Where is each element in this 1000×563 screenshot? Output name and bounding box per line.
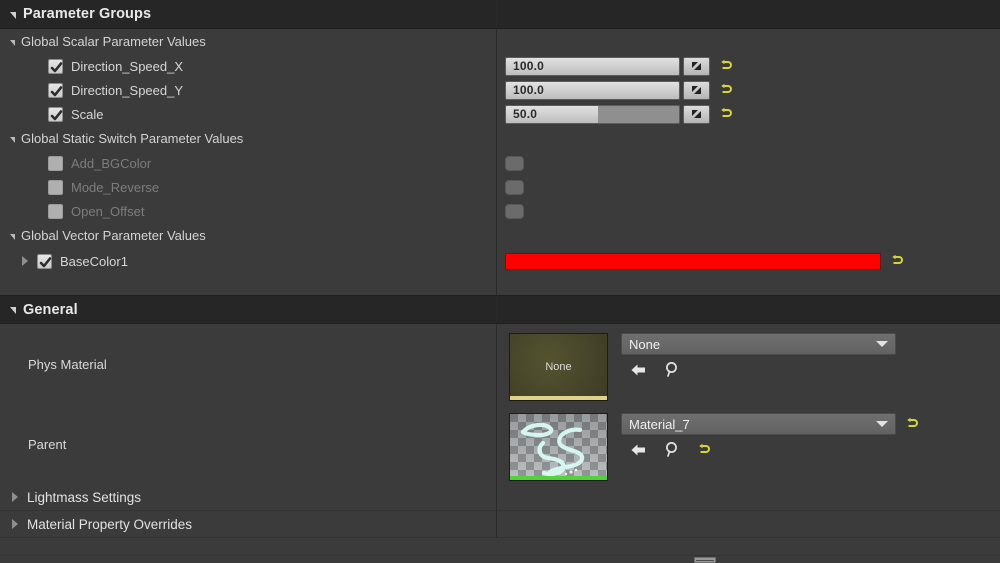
category-header-lightmass-settings[interactable]: Lightmass Settings xyxy=(0,484,1000,511)
category-title: Lightmass Settings xyxy=(27,489,142,505)
param-label: Add_BGColor xyxy=(71,155,152,171)
category-header-parameter-groups[interactable]: Parameter Groups xyxy=(0,0,1000,29)
asset-picker-combo-parent[interactable]: Material_7 xyxy=(621,413,896,435)
details-panel: Parameter Groups Global Scalar Parameter… xyxy=(0,0,1000,563)
numeric-entry-group[interactable]: 100.0 xyxy=(505,56,733,76)
material-preview-swirl xyxy=(520,422,585,477)
param-enable-checkbox[interactable] xyxy=(48,106,63,122)
param-row-basecolor1[interactable]: BaseColor1 xyxy=(0,248,1000,274)
chevron-down-icon xyxy=(10,307,16,314)
reset-to-default-icon[interactable] xyxy=(697,443,711,457)
chevron-right-icon[interactable] xyxy=(22,256,29,266)
static-switch-checkbox[interactable] xyxy=(505,203,524,219)
numeric-slider-input[interactable]: 50.0 xyxy=(505,104,680,124)
param-enable-checkbox[interactable] xyxy=(48,203,63,219)
chevron-down-icon xyxy=(10,39,15,46)
numeric-value: 100.0 xyxy=(513,59,545,73)
asset-name: Material_7 xyxy=(629,416,690,432)
thumbnail-type-accent-bar xyxy=(510,476,607,480)
static-switch-checkbox[interactable] xyxy=(505,179,524,195)
category-header-general[interactable]: General xyxy=(0,295,1000,324)
param-row-scale[interactable]: Scale 50.0 xyxy=(0,102,1000,126)
chevron-down-icon xyxy=(10,136,15,143)
chevron-right-icon xyxy=(12,492,19,502)
chevron-down-icon[interactable] xyxy=(876,341,888,347)
group-row-global-vector[interactable]: Global Vector Parameter Values xyxy=(0,223,1000,248)
expand-arrow-icon[interactable] xyxy=(683,104,710,124)
use-selected-asset-icon[interactable] xyxy=(629,362,648,378)
asset-name: None xyxy=(629,336,661,352)
group-label: Global Vector Parameter Values xyxy=(21,228,206,243)
expand-arrow-icon[interactable] xyxy=(683,80,710,100)
category-title: Material Property Overrides xyxy=(27,516,193,532)
group-label: Global Scalar Parameter Values xyxy=(21,34,206,49)
column-splitter-line xyxy=(496,274,497,295)
reset-to-default-icon[interactable] xyxy=(719,59,733,73)
static-switch-checkbox[interactable] xyxy=(505,155,524,171)
group-row-global-static-switch[interactable]: Global Static Switch Parameter Values xyxy=(0,126,1000,151)
browse-to-asset-icon[interactable] xyxy=(664,361,681,378)
asset-thumbnail-parent-material[interactable] xyxy=(509,413,608,481)
param-row-open-offset[interactable]: Open_Offset xyxy=(0,199,1000,223)
property-label: Phys Material xyxy=(28,356,107,372)
thumbnail-type-accent-bar xyxy=(510,396,607,400)
category-header-material-property-overrides[interactable]: Material Property Overrides xyxy=(0,511,1000,538)
property-row-parent[interactable]: Parent Material_7 xyxy=(0,404,1000,484)
param-row-direction-speed-y[interactable]: Direction_Speed_Y 100.0 xyxy=(0,78,1000,102)
browse-to-asset-icon[interactable] xyxy=(664,441,681,458)
chevron-down-icon xyxy=(10,11,16,19)
numeric-slider-input[interactable]: 100.0 xyxy=(505,56,680,76)
use-selected-asset-icon[interactable] xyxy=(629,442,648,458)
chevron-down-icon[interactable] xyxy=(876,421,888,427)
param-label: BaseColor1 xyxy=(60,253,128,269)
numeric-entry-group[interactable]: 100.0 xyxy=(505,80,733,100)
reset-to-default-icon[interactable] xyxy=(905,417,919,431)
expand-arrow-icon[interactable] xyxy=(683,56,710,76)
numeric-value: 100.0 xyxy=(513,83,545,97)
param-enable-checkbox[interactable] xyxy=(48,179,63,195)
category-title: Parameter Groups xyxy=(23,6,152,22)
reset-to-default-icon[interactable] xyxy=(719,83,733,97)
param-label: Scale xyxy=(71,106,104,122)
reset-to-default-icon[interactable] xyxy=(890,254,904,268)
param-row-mode-reverse[interactable]: Mode_Reverse xyxy=(0,175,1000,199)
category-title: General xyxy=(23,301,78,318)
param-row-add-bgcolor[interactable]: Add_BGColor xyxy=(0,151,1000,175)
param-row-direction-speed-x[interactable]: Direction_Speed_X 100.0 xyxy=(0,54,1000,78)
color-swatch[interactable] xyxy=(505,252,881,270)
param-label: Open_Offset xyxy=(71,203,145,219)
group-label: Global Static Switch Parameter Values xyxy=(21,131,244,146)
asset-picker-combo-phys-material[interactable]: None xyxy=(621,333,896,355)
chevron-right-icon xyxy=(12,519,19,529)
param-enable-checkbox[interactable] xyxy=(48,58,63,74)
section-spacer xyxy=(0,274,1000,295)
numeric-entry-group[interactable]: 50.0 xyxy=(505,104,733,124)
splitter-grip-handle[interactable] xyxy=(694,557,716,563)
param-label: Direction_Speed_X xyxy=(71,58,184,74)
property-label: Parent xyxy=(28,436,67,452)
asset-thumbnail-phys-material[interactable]: None xyxy=(509,333,608,401)
numeric-value: 50.0 xyxy=(513,107,538,121)
horizontal-splitter[interactable] xyxy=(0,555,1000,563)
param-label: Direction_Speed_Y xyxy=(71,82,184,98)
numeric-slider-input[interactable]: 100.0 xyxy=(505,80,680,100)
param-enable-checkbox[interactable] xyxy=(37,253,52,269)
chevron-down-icon xyxy=(10,233,15,240)
param-label: Mode_Reverse xyxy=(71,179,160,195)
param-enable-checkbox[interactable] xyxy=(48,155,63,171)
group-row-global-scalar[interactable]: Global Scalar Parameter Values xyxy=(0,29,1000,54)
thumbnail-none-label: None xyxy=(545,361,572,373)
param-enable-checkbox[interactable] xyxy=(48,82,63,98)
reset-to-default-icon[interactable] xyxy=(719,107,733,121)
property-row-phys-material[interactable]: Phys Material None None xyxy=(0,324,1000,404)
